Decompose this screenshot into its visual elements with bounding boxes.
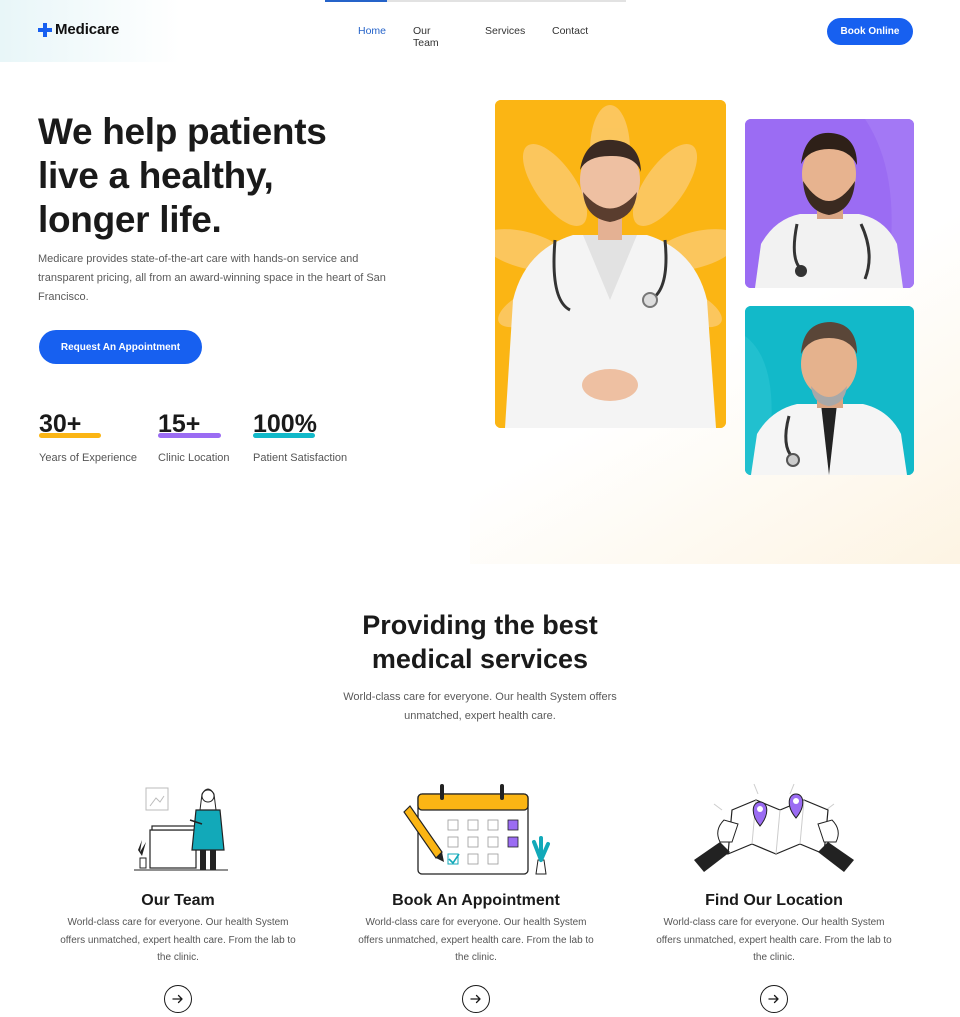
request-appointment-button[interactable]: Request An Appointment bbox=[39, 330, 202, 364]
stat-patient-satisfaction: 100% Patient Satisfaction bbox=[253, 408, 347, 464]
hero-description: Medicare provides state-of-the-art care … bbox=[38, 253, 386, 303]
section-title-line: medical services bbox=[371, 644, 589, 674]
stat-label: Years of Experience bbox=[39, 452, 138, 464]
stat-label: Clinic Location bbox=[158, 452, 230, 464]
section-title-line: Providing the best bbox=[362, 610, 598, 640]
hero-title-line: longer life. bbox=[38, 199, 222, 240]
plus-icon bbox=[38, 22, 52, 37]
arrow-right-icon[interactable] bbox=[164, 984, 192, 1013]
doctor-photo-tertiary bbox=[745, 306, 914, 475]
service-card-our-team: Our Team World-class care for everyone. … bbox=[48, 770, 308, 1013]
brand-name: Medicare bbox=[55, 21, 120, 38]
card-title: Book An Appointment bbox=[392, 892, 560, 909]
map-illustration-icon bbox=[644, 770, 904, 880]
hero-title-line: live a healthy, bbox=[38, 155, 274, 196]
stat-value: 100% bbox=[253, 410, 317, 438]
stat-value: 15+ bbox=[158, 410, 201, 438]
service-card-book-appointment: Book An Appointment World-class care for… bbox=[346, 770, 606, 1013]
stat-clinic-location: 15+ Clinic Location bbox=[158, 408, 230, 464]
brand-logo[interactable]: Medicare bbox=[38, 21, 119, 38]
stat-label: Patient Satisfaction bbox=[253, 452, 348, 464]
nav-link-contact[interactable]: Contact bbox=[552, 25, 588, 37]
doctor-illustration-icon bbox=[48, 770, 308, 880]
section-title: Providing the best medical services bbox=[280, 608, 680, 676]
doctor-photo-main bbox=[495, 100, 726, 428]
stat-experience: 30+ Years of Experience bbox=[39, 408, 137, 464]
card-title: Our Team bbox=[141, 892, 215, 909]
service-card-find-location: Find Our Location World-class care for e… bbox=[644, 770, 904, 1013]
section-subtitle: World-class care for everyone. Our healt… bbox=[343, 691, 617, 722]
calendar-illustration-icon bbox=[346, 770, 606, 880]
hero-title-line: We help patients bbox=[38, 111, 327, 152]
hero-title: We help patients live a healthy, longer … bbox=[38, 110, 398, 242]
nav-link-home[interactable]: Home bbox=[358, 25, 386, 37]
arrow-right-icon[interactable] bbox=[760, 984, 788, 1013]
arrow-right-icon[interactable] bbox=[462, 984, 490, 1013]
card-title: Find Our Location bbox=[705, 892, 843, 909]
book-online-button[interactable]: Book Online bbox=[827, 18, 913, 45]
stat-value: 30+ bbox=[39, 410, 82, 438]
doctor-photo-secondary bbox=[745, 119, 914, 288]
nav-link-our-team[interactable]: Our Team bbox=[413, 25, 439, 49]
nav-active-indicator bbox=[325, 0, 387, 2]
card-description: World-class care for everyone. Our healt… bbox=[656, 917, 892, 963]
card-description: World-class care for everyone. Our healt… bbox=[60, 917, 296, 963]
nav-link-services[interactable]: Services bbox=[485, 25, 525, 37]
card-description: World-class care for everyone. Our healt… bbox=[358, 917, 594, 963]
